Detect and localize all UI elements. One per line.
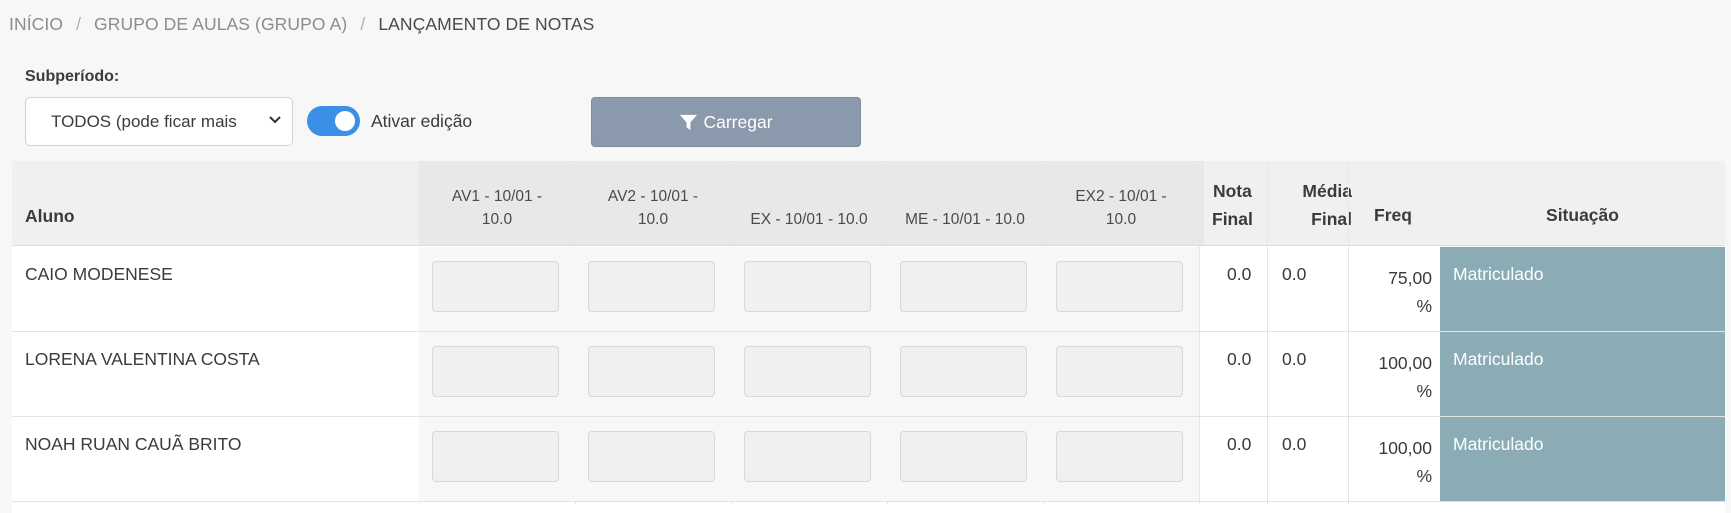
chevron-down-icon	[269, 116, 281, 124]
header-av1: AV1 - 10/01 -10.0	[451, 188, 543, 228]
grade-input-av2[interactable]	[588, 431, 715, 482]
grade-input-me[interactable]	[900, 346, 1027, 397]
toggle-knob	[335, 111, 355, 131]
status-cell: Matriculado	[1440, 417, 1725, 501]
table-row: CAIO MODENESE 0.0 0.0 75,00% Matriculado	[12, 247, 1725, 332]
table-row: LORENA VALENTINA COSTA 0.0 0.0 100,00% M…	[12, 332, 1725, 417]
header-status: Situação	[1546, 205, 1619, 225]
breadcrumb-group[interactable]: GRUPO DE AULAS (GRUPO A)	[94, 14, 347, 35]
header-ex: EX - 10/01 - 10.0	[750, 211, 868, 228]
header-student-cell	[12, 161, 419, 246]
breadcrumb-separator: /	[360, 14, 366, 34]
header-final-grade: Nota Final	[1212, 181, 1253, 229]
grade-input-me[interactable]	[900, 261, 1027, 312]
grade-input-av1[interactable]	[432, 346, 559, 397]
grade-input-av2[interactable]	[588, 346, 715, 397]
subperiod-select[interactable]: TODOS (pode ficar mais	[25, 97, 293, 146]
subperiod-select-value: TODOS (pode ficar mais	[51, 111, 237, 131]
grade-input-ex[interactable]	[744, 431, 871, 482]
final-average: 0.0	[1282, 349, 1307, 369]
header-ex2: EX2 - 10/01 -10.0	[1075, 188, 1167, 228]
breadcrumb: INÍCIO / GRUPO DE AULAS (GRUPO A) / LANÇ…	[9, 14, 594, 35]
frequency: 100,00%	[1378, 353, 1432, 401]
student-name: LORENA VALENTINA COSTA	[25, 349, 260, 369]
header-student: Aluno	[25, 206, 75, 226]
final-grade: 0.0	[1227, 434, 1252, 454]
grade-input-ex2[interactable]	[1056, 431, 1183, 482]
edit-toggle[interactable]	[307, 106, 360, 136]
table-row: NOAH RUAN CAUÃ BRITO 0.0 0.0 100,00% Mat…	[12, 417, 1725, 502]
status-badge: Matriculado	[1453, 264, 1544, 284]
student-name: NOAH RUAN CAUÃ BRITO	[25, 434, 242, 454]
frequency: 75,00%	[1388, 268, 1432, 316]
final-grade: 0.0	[1227, 349, 1252, 369]
final-grade: 0.0	[1227, 264, 1252, 284]
grade-input-me[interactable]	[900, 431, 1027, 482]
grade-input-ex2[interactable]	[1056, 346, 1183, 397]
grade-input-ex[interactable]	[744, 261, 871, 312]
breadcrumb-separator: /	[76, 14, 82, 34]
grade-input-av2[interactable]	[588, 261, 715, 312]
status-badge: Matriculado	[1453, 434, 1544, 454]
grade-input-av1[interactable]	[432, 261, 559, 312]
header-me: ME - 10/01 - 10.0	[905, 211, 1025, 228]
frequency: 100,00%	[1378, 438, 1432, 486]
grade-input-av1[interactable]	[432, 431, 559, 482]
status-cell: Matriculado	[1440, 332, 1725, 416]
load-button[interactable]: Carregar	[591, 97, 861, 147]
final-average: 0.0	[1282, 264, 1307, 284]
breadcrumb-current: LANÇAMENTO DE NOTAS	[378, 14, 595, 34]
edit-toggle-label: Ativar edição	[371, 111, 473, 131]
grade-input-ex2[interactable]	[1056, 261, 1183, 312]
header-final-avg: Média Final	[1302, 181, 1352, 229]
header-av2: AV2 - 10/01 -10.0	[607, 188, 699, 228]
grades-table: Aluno AV1 - 10/01 -10.0 AV2 - 10/01 -10.…	[12, 161, 1725, 513]
grade-input-ex[interactable]	[744, 346, 871, 397]
header-status-cell	[1440, 161, 1725, 246]
header-freq: Freq	[1374, 205, 1412, 225]
status-badge: Matriculado	[1453, 349, 1544, 369]
subperiod-label: Subperíodo:	[25, 68, 120, 85]
breadcrumb-home[interactable]: INÍCIO	[9, 14, 63, 35]
final-average: 0.0	[1282, 434, 1307, 454]
filter-icon	[680, 114, 698, 130]
student-name: CAIO MODENESE	[25, 264, 173, 284]
status-cell: Matriculado	[1440, 247, 1725, 331]
load-button-label: Carregar	[703, 111, 773, 132]
